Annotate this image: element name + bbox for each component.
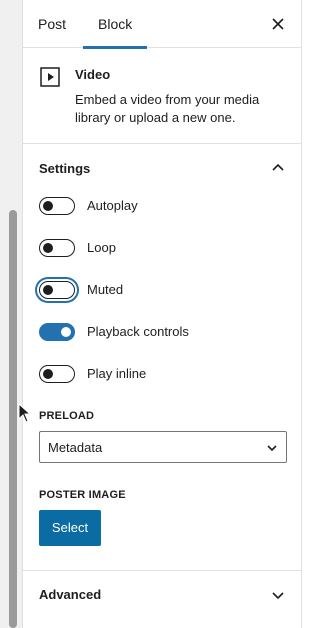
toggle-row-playback-controls: Playback controls bbox=[39, 320, 289, 344]
toggle-label: Autoplay bbox=[87, 198, 138, 213]
tab-post[interactable]: Post bbox=[23, 0, 81, 48]
settings-panel-toggle[interactable]: Settings bbox=[23, 144, 302, 192]
toggle-label: Playback controls bbox=[87, 324, 189, 339]
right-edge bbox=[302, 0, 312, 628]
sidebar-tabs: Post Block bbox=[23, 0, 302, 49]
preload-select[interactable]: Metadata bbox=[39, 431, 287, 463]
block-card: Video Embed a video from your media libr… bbox=[23, 48, 302, 144]
scrollbar[interactable] bbox=[9, 0, 17, 628]
advanced-panel-title: Advanced bbox=[39, 587, 102, 602]
play-inline-toggle[interactable] bbox=[39, 365, 75, 383]
chevron-up-icon bbox=[272, 163, 284, 171]
chevron-down-icon bbox=[267, 445, 277, 452]
block-description: Embed a video from your media library or… bbox=[75, 92, 260, 125]
block-title: Video bbox=[75, 67, 111, 82]
playback-controls-toggle[interactable] bbox=[39, 323, 75, 341]
poster-select-button[interactable]: Select bbox=[39, 510, 101, 546]
settings-panel-title: Settings bbox=[39, 161, 91, 176]
mouse-cursor-icon bbox=[18, 403, 32, 423]
toggle-row-play-inline: Play inline bbox=[39, 362, 289, 386]
preload-label: PRELOAD bbox=[39, 410, 95, 422]
poster-image-label: POSTER IMAGE bbox=[39, 489, 126, 501]
muted-toggle[interactable] bbox=[39, 281, 75, 299]
toggle-row-autoplay: Autoplay bbox=[39, 194, 289, 218]
toggle-label: Muted bbox=[87, 282, 124, 297]
loop-toggle[interactable] bbox=[39, 239, 75, 257]
block-inspector-page: Post Block Video Embed a video from your… bbox=[0, 0, 312, 628]
preload-select-value: Metadata bbox=[48, 440, 103, 455]
video-icon bbox=[40, 67, 60, 87]
editor-gutter bbox=[0, 0, 22, 628]
advanced-panel-toggle[interactable]: Advanced bbox=[23, 570, 302, 618]
autoplay-toggle[interactable] bbox=[39, 197, 75, 215]
tab-block[interactable]: Block bbox=[83, 0, 148, 49]
settings-sidebar: Post Block Video Embed a video from your… bbox=[22, 0, 302, 628]
toggle-label: Play inline bbox=[87, 366, 147, 381]
scrollbar-thumb[interactable] bbox=[9, 210, 17, 628]
toggle-row-muted: Muted bbox=[39, 278, 289, 302]
close-icon bbox=[272, 18, 284, 30]
toggle-label: Loop bbox=[87, 240, 116, 255]
chevron-down-icon bbox=[272, 592, 284, 600]
toggle-row-loop: Loop bbox=[39, 236, 289, 260]
close-sidebar-button[interactable] bbox=[266, 12, 290, 36]
